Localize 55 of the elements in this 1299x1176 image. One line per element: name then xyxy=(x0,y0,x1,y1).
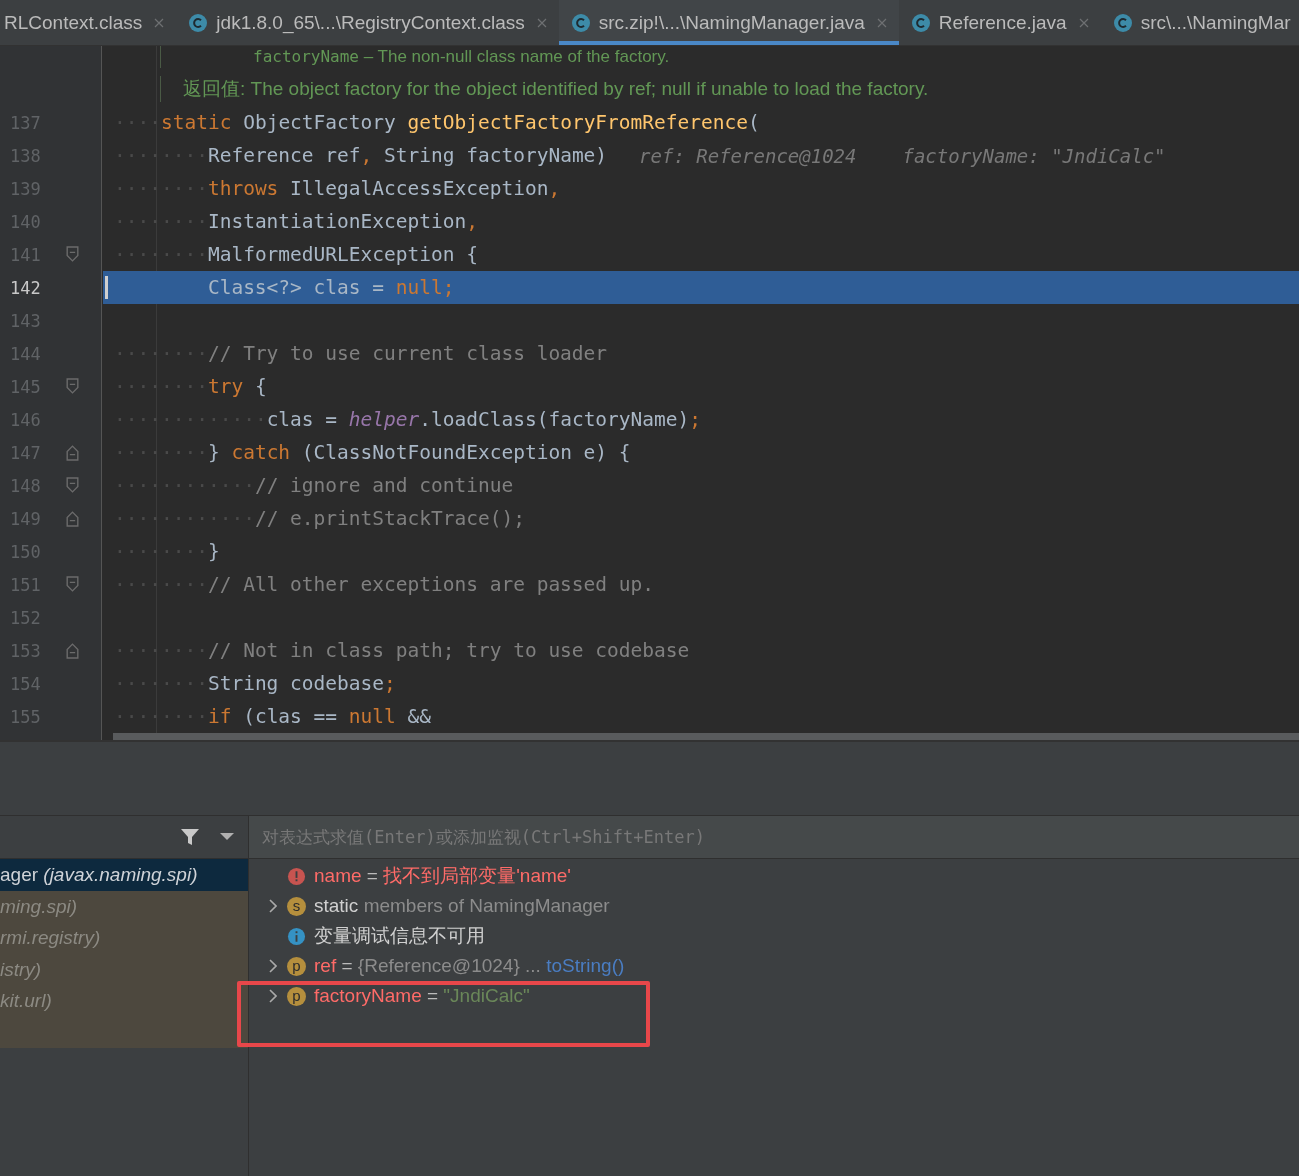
editor-tab[interactable]: jdk1.8.0_65\...\RegistryContext.class xyxy=(176,0,559,45)
dropdown-caret-icon[interactable] xyxy=(220,833,234,841)
variable-entry[interactable]: static members of NamingManager xyxy=(314,895,610,917)
code-line: ········if (clas == null && xyxy=(114,705,431,728)
editor-tab[interactable]: RLContext.class xyxy=(0,0,177,45)
filter-icon[interactable] xyxy=(180,827,200,847)
horizontal-scrollbar[interactable] xyxy=(113,733,1299,740)
code-line: ·············clas = helper.loadClass(factoryName); xyxy=(114,408,702,431)
variable-badge: s xyxy=(287,896,306,916)
variable-badge: p xyxy=(287,956,306,976)
fold-marker-icon[interactable] xyxy=(66,378,79,395)
code-line: ········try { xyxy=(114,375,267,398)
close-icon[interactable] xyxy=(876,17,887,28)
code-line: ····static ObjectFactory getObjectFactoryFromReference( xyxy=(114,111,760,134)
editor-tab[interactable]: src.zip!\...\NamingManager.java xyxy=(558,0,899,45)
class-icon xyxy=(570,12,591,33)
code-line: Class<?> clas = null; xyxy=(207,276,455,299)
code-line: ········// Try to use current class loader xyxy=(114,342,608,365)
fold-marker-icon[interactable] xyxy=(66,642,79,659)
doc-comment-line: factoryName – The non-null class name of the factory. xyxy=(160,46,670,68)
code-line: ············// ignore and continue xyxy=(114,474,514,497)
code-line: ········String codebase; xyxy=(114,672,396,695)
doc-comment-line: 返回值: The object factory for the object identified by ref; null if unable to load the factory. xyxy=(160,76,929,102)
code-line: ············// e.printStackTrace(); xyxy=(114,507,525,530)
fold-marker-icon[interactable] xyxy=(66,510,79,527)
fold-marker-icon[interactable] xyxy=(66,477,79,494)
fold-marker-icon[interactable] xyxy=(66,444,79,461)
close-icon[interactable] xyxy=(154,17,165,28)
class-icon xyxy=(188,12,209,33)
text-caret xyxy=(105,276,108,299)
code-line: ········} xyxy=(114,540,220,563)
inline-value-hint: factoryName: "JndiCalc" xyxy=(902,144,1166,167)
editor-tab[interactable]: Reference.java xyxy=(898,0,1101,45)
variable-entry[interactable]: factoryName = "JndiCalc" xyxy=(314,985,530,1007)
fold-marker-icon[interactable] xyxy=(66,576,79,593)
code-line: ········Reference ref, String factoryName) xyxy=(114,144,608,167)
editor-tab[interactable]: src\...\NamingMar xyxy=(1100,0,1299,45)
line-number: 142 xyxy=(9,277,42,298)
code-line: ········} catch (ClassNotFoundException e) { xyxy=(114,441,631,464)
fold-marker-icon[interactable] xyxy=(66,246,79,263)
code-line: ········// All other exceptions are passed up. xyxy=(114,573,655,596)
close-icon[interactable] xyxy=(1078,17,1089,28)
code-line: ········throws IllegalAccessException, xyxy=(114,177,561,200)
variable-badge: p xyxy=(287,986,306,1006)
code-line: ········// Not in class path; try to use codebase xyxy=(114,639,690,662)
code-line: ········InstantiationException, xyxy=(114,210,478,233)
variable-entry[interactable]: 变量调试信息不可用 xyxy=(314,923,485,949)
code-line: ········MalformedURLException { xyxy=(114,243,478,266)
inline-value-hint: ref: Reference@1024 xyxy=(639,144,857,167)
variable-entry[interactable]: name = 找不到局部变量'name' xyxy=(314,863,571,889)
class-icon xyxy=(1112,12,1133,33)
class-icon xyxy=(910,12,931,33)
stack-frame[interactable]: ager (javax.naming.spi) xyxy=(0,859,248,891)
close-icon[interactable] xyxy=(536,17,547,28)
variable-entry[interactable]: ref = {Reference@1024} ... toString() xyxy=(314,955,625,977)
